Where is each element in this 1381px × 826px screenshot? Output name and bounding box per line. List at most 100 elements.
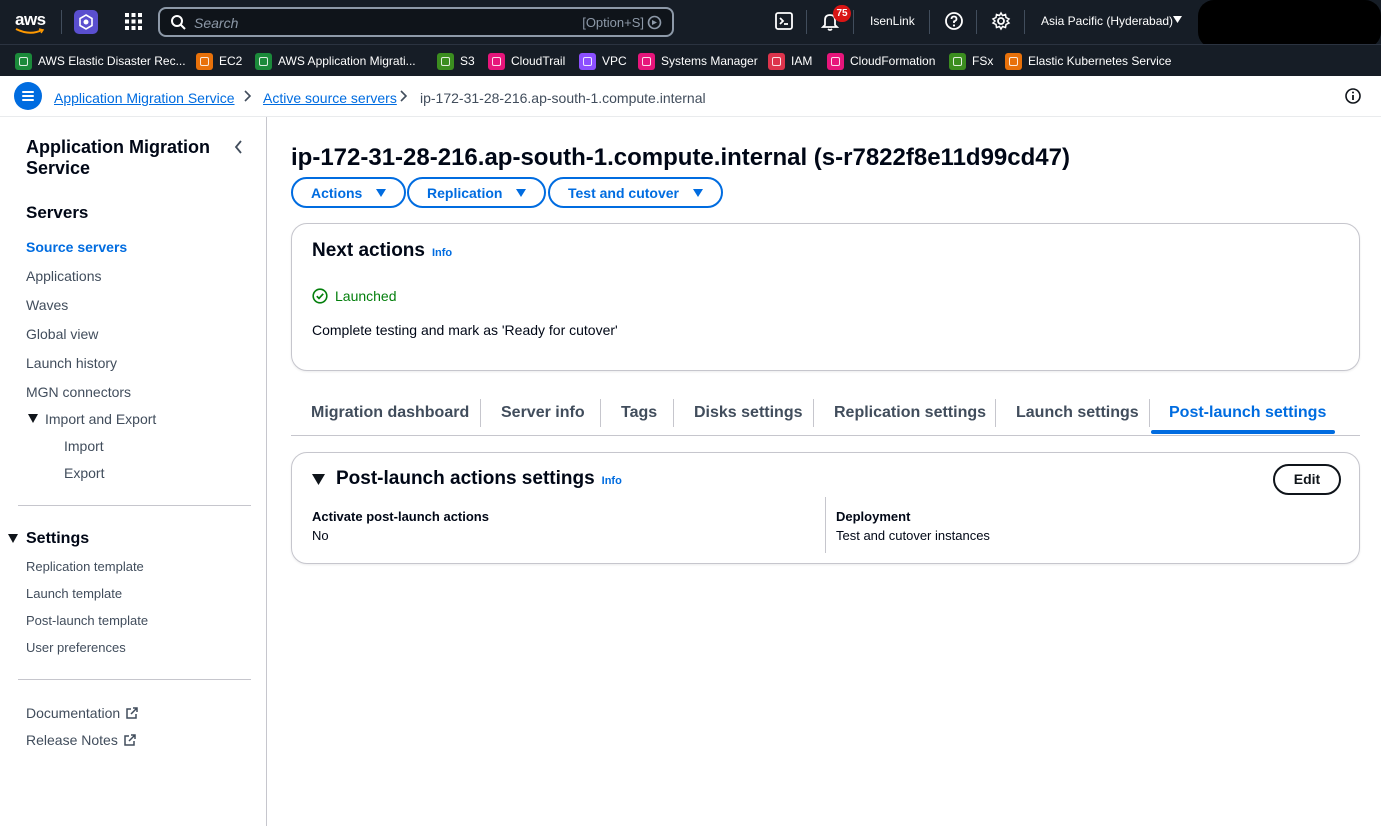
favorite-label: CloudTrail xyxy=(511,54,566,68)
favorite-fsx[interactable]: FSx xyxy=(949,52,993,70)
favorite-cloudformation[interactable]: CloudFormation xyxy=(827,52,935,70)
fsx-icon xyxy=(949,52,966,70)
chevron-left-icon[interactable] xyxy=(234,140,243,154)
sidebar-title[interactable]: Application Migration Service xyxy=(26,137,216,179)
post-launch-heading: Post-launch actions settings Info xyxy=(336,468,622,490)
sidebar-item-export[interactable]: Export xyxy=(64,465,104,481)
sidebar-item-replication-template[interactable]: Replication template xyxy=(26,559,144,574)
menu-toggle-button[interactable] xyxy=(14,82,42,110)
caret-down-icon xyxy=(693,188,703,197)
favorite-mgn[interactable]: AWS Application Migrati... xyxy=(255,52,416,70)
favorite-label: AWS Elastic Disaster Rec... xyxy=(38,54,186,68)
sidebar-item-import-export[interactable]: Import and Export xyxy=(45,411,156,427)
favorite-label: Systems Manager xyxy=(661,54,758,68)
nav-divider xyxy=(61,10,62,34)
sidebar-item-post-launch-template[interactable]: Post-launch template xyxy=(26,613,148,628)
tab-divider xyxy=(995,399,996,427)
favorite-vpc[interactable]: VPC xyxy=(579,52,627,70)
cloudshell-icon[interactable] xyxy=(774,11,794,31)
tab-divider xyxy=(600,399,601,427)
nav-divider xyxy=(929,10,930,34)
favorite-label: S3 xyxy=(460,54,475,68)
sidebar-item-waves[interactable]: Waves xyxy=(26,297,68,313)
sidebar-heading-settings[interactable]: Settings xyxy=(26,530,89,548)
sidebar-link-release-notes[interactable]: Release Notes xyxy=(26,732,136,748)
test-and-cutover-dropdown-button[interactable]: Test and cutover xyxy=(548,177,723,208)
activate-post-launch-label: Activate post-launch actions xyxy=(312,509,489,524)
actions-dropdown-button[interactable]: Actions xyxy=(291,177,407,208)
tab-replication-settings[interactable]: Replication settings xyxy=(834,404,986,422)
user-name[interactable]: IsenLink xyxy=(870,14,915,28)
replication-dropdown-button[interactable]: Replication xyxy=(407,177,547,208)
redacted-account-menu xyxy=(1198,0,1381,48)
services-grid-icon[interactable] xyxy=(124,12,143,31)
eks-icon xyxy=(1005,52,1022,70)
favorite-systems-manager[interactable]: Systems Manager xyxy=(638,52,758,70)
favorites-bar: AWS Elastic Disaster Rec... EC2 AWS Appl… xyxy=(0,44,1381,76)
favorite-label: VPC xyxy=(602,54,627,68)
nav-divider xyxy=(853,10,854,34)
breadcrumb: Application Migration Service Active sou… xyxy=(0,76,1381,117)
breadcrumb-current: ip-172-31-28-216.ap-south-1.compute.inte… xyxy=(420,90,706,106)
sidebar-item-import[interactable]: Import xyxy=(64,438,104,454)
service-icon[interactable] xyxy=(74,10,98,34)
tab-launch-settings[interactable]: Launch settings xyxy=(1016,404,1139,422)
status-text: Launched xyxy=(335,288,397,304)
breadcrumb-active-source-servers[interactable]: Active source servers xyxy=(263,90,397,106)
region-selector[interactable]: Asia Pacific (Hyderabad) xyxy=(1041,14,1173,28)
sidebar-item-mgn-connectors[interactable]: MGN connectors xyxy=(26,384,131,400)
favorite-cloudtrail[interactable]: CloudTrail xyxy=(488,52,565,70)
favorite-ec2[interactable]: EC2 xyxy=(196,52,242,70)
search-input[interactable]: Search [Option+S] xyxy=(158,7,674,37)
info-link[interactable]: Info xyxy=(602,475,622,487)
post-launch-settings-card: Post-launch actions settings Info Edit Ac… xyxy=(291,452,1360,564)
favorite-iam[interactable]: IAM xyxy=(768,52,812,70)
replication-label: Replication xyxy=(427,184,503,201)
drs-icon xyxy=(15,52,32,70)
documentation-label: Documentation xyxy=(26,705,121,721)
test-and-cutover-label: Test and cutover xyxy=(568,184,679,201)
next-actions-card: Next actions Info Launched Complete testi… xyxy=(291,223,1360,371)
ec2-icon xyxy=(196,52,213,70)
s3-icon xyxy=(437,52,454,70)
favorite-s3[interactable]: S3 xyxy=(437,52,475,70)
active-tab-indicator xyxy=(1151,430,1335,434)
sidebar-divider xyxy=(18,505,251,506)
tab-post-launch-settings[interactable]: Post-launch settings xyxy=(1169,404,1326,422)
caret-down-icon[interactable] xyxy=(28,414,38,423)
favorite-label: Elastic Kubernetes Service xyxy=(1028,54,1172,68)
favorite-label: EC2 xyxy=(219,54,243,68)
sidebar-item-user-preferences[interactable]: User preferences xyxy=(26,640,126,655)
sidebar-item-applications[interactable]: Applications xyxy=(26,268,102,284)
caret-down-icon[interactable] xyxy=(312,474,325,485)
details-tabs: Migration dashboard Server info Tags Dis… xyxy=(291,394,1360,436)
tab-server-info[interactable]: Server info xyxy=(501,404,585,422)
tab-migration-dashboard[interactable]: Migration dashboard xyxy=(311,404,469,422)
tab-divider xyxy=(1149,399,1150,427)
search-shortcut: [Option+S] xyxy=(582,15,644,30)
caret-down-icon[interactable] xyxy=(8,534,18,543)
favorite-label: AWS Application Migrati... xyxy=(278,54,416,68)
sidebar-item-launch-history[interactable]: Launch history xyxy=(26,355,117,371)
edit-button[interactable]: Edit xyxy=(1273,464,1341,495)
info-icon[interactable] xyxy=(1345,88,1361,104)
notification-badge: 75 xyxy=(833,5,851,22)
tab-disks-settings[interactable]: Disks settings xyxy=(694,404,802,422)
nav-divider xyxy=(1024,10,1025,34)
sidebar-item-launch-template[interactable]: Launch template xyxy=(26,586,122,601)
deployment-label: Deployment xyxy=(836,509,911,524)
aws-logo[interactable]: aws xyxy=(14,9,48,35)
info-link[interactable]: Info xyxy=(432,247,452,259)
favorite-eks[interactable]: Elastic Kubernetes Service xyxy=(1005,52,1171,70)
breadcrumb-mgn[interactable]: Application Migration Service xyxy=(54,90,235,106)
help-icon[interactable] xyxy=(944,11,964,31)
next-actions-title: Next actions xyxy=(312,240,425,261)
caret-down-icon xyxy=(1173,16,1182,23)
sidebar-link-documentation[interactable]: Documentation xyxy=(26,705,138,721)
gear-icon[interactable] xyxy=(991,11,1011,31)
tab-tags[interactable]: Tags xyxy=(621,404,657,422)
favorite-drs[interactable]: AWS Elastic Disaster Rec... xyxy=(15,52,186,70)
sidebar-item-source-servers[interactable]: Source servers xyxy=(26,239,127,255)
sidebar-item-global-view[interactable]: Global view xyxy=(26,326,98,342)
post-launch-title: Post-launch actions settings xyxy=(336,468,595,489)
